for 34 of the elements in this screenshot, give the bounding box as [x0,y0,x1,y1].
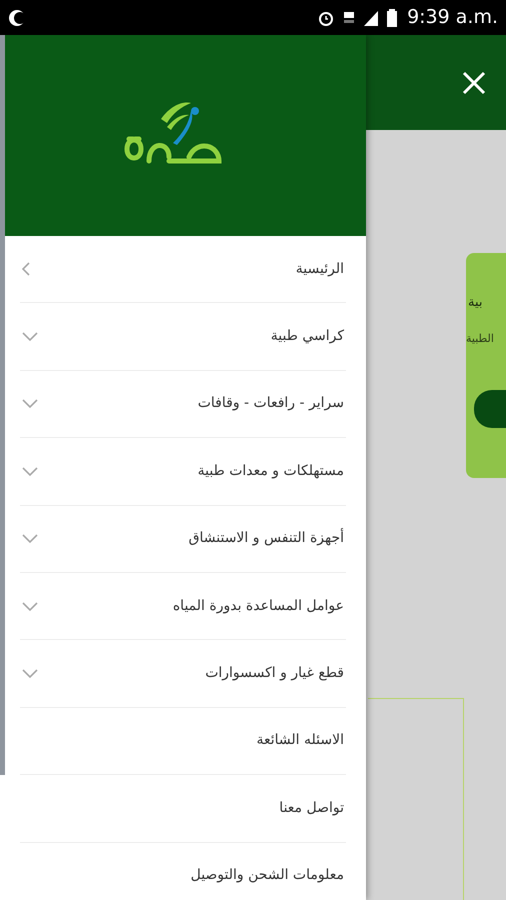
chevron-left-icon [22,262,30,276]
menu-item[interactable]: أجهزة التنفس و الاستنشاق [20,506,346,573]
menu-item[interactable]: عوامل المساعدة بدورة المياه [20,572,346,640]
moon-icon [8,8,26,26]
chevron-down-icon [22,534,38,544]
battery-icon [387,8,398,26]
card-text: الطبية [466,330,495,346]
menu-item[interactable]: كراسي طبية [20,303,346,371]
menu-item-label: عوامل المساعدة بدورة المياه [172,596,344,616]
menu-item-label: مستهلكات و معدات طبية [198,462,344,481]
close-icon[interactable] [462,70,486,94]
signal-icon [363,8,380,26]
menu-item[interactable]: تواصل معنا [20,775,346,843]
chevron-down-icon [22,669,38,678]
menu-item-label: كراسي طبية [270,327,344,346]
card-title: بية [467,294,484,312]
menu-item-label: الاسئله الشائعة [256,731,344,750]
menu-item-label: الرئيسية [296,260,344,279]
chevron-down-icon [22,332,38,342]
menu-item[interactable]: معلومات الشحن والتوصيل [20,842,346,900]
chevron-down-icon [22,399,38,408]
menu-item[interactable]: سراير - رافعات - وقافات [20,370,346,438]
chevron-down-icon [22,466,38,476]
menu-item[interactable]: الاسئله الشائعة [20,708,346,776]
menu-item-label: سراير - رافعات - وقافات [198,394,344,414]
menu-item-label: تواصل معنا [279,798,344,818]
chevron-down-icon [22,602,38,611]
menu-item-label: أجهزة التنفس و الاستنشاق [188,528,344,548]
menu-item[interactable]: مستهلكات و معدات طبية [20,438,346,506]
menu-item[interactable]: قطع غيار و اكسسوارات [20,640,346,708]
menu-item[interactable]: الرئيسية [20,236,346,304]
menu-item-label: معلومات الشحن والتوصيل [190,866,344,886]
menu-item-label: قطع غيار و اكسسوارات [205,664,344,684]
clock-time: 9:39 a.m. [407,5,498,30]
